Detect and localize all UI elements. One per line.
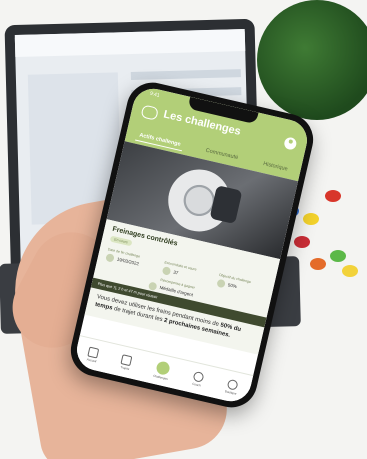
eco-value: 37 — [172, 269, 179, 276]
target-icon — [216, 278, 226, 289]
candy — [294, 236, 310, 248]
gauge-icon — [161, 266, 172, 276]
candy — [342, 265, 358, 277]
nav-label: Accueil — [86, 356, 97, 363]
nav-shop[interactable]: Boutique — [225, 378, 240, 395]
goal-value: 50% — [227, 282, 238, 290]
nav-label: Coach — [191, 381, 202, 388]
nav-trips[interactable]: Trajets — [120, 353, 133, 371]
candy — [325, 190, 341, 202]
nav-home[interactable]: Accueil — [86, 346, 100, 363]
candy — [330, 250, 346, 262]
status-badge: En cours — [109, 235, 133, 247]
nav-label: Challenges — [152, 373, 169, 381]
nav-challenges[interactable]: Challenges — [153, 360, 172, 381]
candy — [303, 213, 319, 225]
profile-icon[interactable] — [283, 136, 298, 151]
nav-label: Boutique — [224, 388, 238, 396]
photo-scene: 9:41 Les challenges Actifs challenge Com… — [0, 0, 367, 459]
end-date-value: 19/03/2022 — [116, 256, 140, 267]
car-logo-icon — [140, 104, 159, 121]
nav-label: Trajets — [120, 364, 130, 371]
nav-coach[interactable]: Coach — [191, 370, 205, 388]
candy — [310, 258, 326, 270]
route-icon — [120, 353, 133, 366]
plant — [257, 0, 367, 120]
calendar-icon — [105, 253, 115, 263]
